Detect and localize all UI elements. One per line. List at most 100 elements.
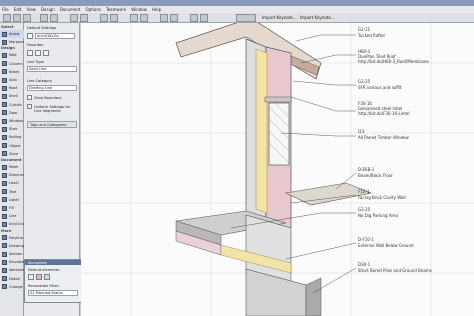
tool-roof[interactable]: Roof <box>0 84 24 92</box>
cavity-insulation[interactable] <box>255 48 268 214</box>
polyline-icon <box>2 235 7 241</box>
zoom-in-icon[interactable] <box>130 14 138 22</box>
tool-dimension[interactable]: Dimension <box>0 171 28 179</box>
tool-section[interactable]: Section <box>0 250 24 258</box>
tool-text[interactable]: Text <box>0 188 24 196</box>
3d-view-icon[interactable] <box>160 14 168 22</box>
tool-mesh[interactable]: Mesh <box>0 163 24 171</box>
render-icon[interactable] <box>170 14 178 22</box>
tool-window[interactable]: Window <box>0 117 24 125</box>
tool-arrow[interactable]: Arrow <box>0 30 24 38</box>
open-icon[interactable] <box>13 14 21 22</box>
menu-teamwork[interactable]: Teamwork <box>106 7 126 12</box>
steel-lintel[interactable] <box>264 96 292 103</box>
favorites-icon[interactable] <box>27 33 33 39</box>
import-keynote-tab[interactable]: Import Keynote... <box>262 15 297 20</box>
zone-boundary-checkbox[interactable] <box>27 95 32 100</box>
tool-label: Door <box>9 110 18 115</box>
tool-label: Label <box>9 197 19 202</box>
tool-level[interactable]: Level <box>0 179 24 187</box>
pen-set-icon[interactable] <box>110 14 118 22</box>
tool-marquee[interactable]: Marquee <box>0 38 25 46</box>
existing-status-icon[interactable] <box>28 274 34 280</box>
renovation-filter-value: 01 Planned Status <box>30 291 63 295</box>
dimension-icon <box>2 172 7 178</box>
new-icon[interactable] <box>3 14 11 22</box>
tool-drawing[interactable]: Drawing <box>0 242 24 250</box>
tool-slab[interactable]: Slab <box>0 76 24 84</box>
wall-section-drawing[interactable]: G2-21 Tucked Rafter H60-3 DuoPlan Tiled … <box>81 23 474 316</box>
tool-railing[interactable]: Railing <box>0 133 24 141</box>
tool-door[interactable]: Door <box>0 109 24 117</box>
menu-edit[interactable]: Edit <box>14 7 22 12</box>
tool-worksheet[interactable]: Worksheet <box>0 266 28 274</box>
keynote-icon[interactable] <box>236 14 256 22</box>
menu-document[interactable]: Document <box>60 7 81 12</box>
zoom-out-icon[interactable] <box>140 14 148 22</box>
tool-detail[interactable]: Detail <box>0 275 24 283</box>
tool-curtain[interactable]: Curtain <box>0 101 24 109</box>
menu-design[interactable]: Design <box>41 7 55 12</box>
demolish-status-icon[interactable] <box>36 274 42 280</box>
tool-elevation[interactable]: Elevation <box>0 258 26 266</box>
tool-label: Curtain <box>9 102 23 107</box>
tool-stair[interactable]: Stair <box>0 125 24 133</box>
tool-shell[interactable]: Shell <box>0 92 24 100</box>
bored-pile[interactable] <box>305 277 322 316</box>
elevation-icon <box>2 259 7 265</box>
callout-text: External Wall Below Ground <box>358 243 414 248</box>
teamwork-icon[interactable] <box>190 14 198 22</box>
tool-change[interactable]: Change <box>0 283 24 291</box>
tool-arc-circle[interactable]: Arc/Circle <box>0 220 26 228</box>
zone-icon <box>2 151 7 157</box>
slab-icon <box>2 77 7 83</box>
import-keynote-tab-2[interactable]: Import Keynote... <box>300 15 335 20</box>
beam-block-floor[interactable] <box>285 182 373 206</box>
line-icon <box>2 213 7 219</box>
tool-beam[interactable]: Beam <box>0 68 24 76</box>
tool-polyline[interactable]: Polyline <box>0 234 24 242</box>
tool-label[interactable]: Label <box>0 196 24 204</box>
callout-text: Tucked Rafter <box>357 33 386 38</box>
line-tool-icon[interactable] <box>27 50 33 56</box>
layer-icon[interactable] <box>100 14 108 22</box>
marquee-icon[interactable] <box>80 14 88 22</box>
callout-text: http://bit.do/H60-3_Roof/Membrane <box>358 59 429 64</box>
arrow-icon[interactable] <box>70 14 78 22</box>
tool-zone[interactable]: Zone <box>0 150 24 158</box>
tags-categories-button[interactable]: Tags and Categories <box>27 121 77 128</box>
new-status-icon[interactable] <box>44 274 50 280</box>
tool-label: Column <box>9 61 23 66</box>
tool-object[interactable]: Object <box>0 142 24 150</box>
tool-wall[interactable]: Wall <box>0 51 24 59</box>
tool-label: Zone <box>9 151 19 156</box>
menu-options[interactable]: Options <box>86 7 101 12</box>
tool-column[interactable]: Column <box>0 60 24 68</box>
menu-file[interactable]: File <box>2 7 9 12</box>
favorites-label: Favorites <box>27 43 44 47</box>
tool-label: Drawing <box>9 243 24 248</box>
curtain-icon <box>2 102 7 108</box>
tool-fill[interactable]: Fill <box>0 204 24 212</box>
toolbar: Import Keynote... Import Keynote... <box>0 13 474 23</box>
renovation-palette: Renovation Default elements: Renovation … <box>24 259 82 303</box>
detail-icon <box>2 276 7 282</box>
tool-line[interactable]: Line <box>0 212 24 220</box>
mesh-icon <box>2 164 7 170</box>
uniform-settings-checkbox[interactable] <box>27 104 32 109</box>
menu-window[interactable]: Window <box>131 7 147 12</box>
save-icon[interactable] <box>23 14 31 22</box>
menu-view[interactable]: View <box>26 7 36 12</box>
toolbox-group-heading: Design <box>1 46 15 51</box>
tool-label: Railing <box>9 135 22 140</box>
undo-icon[interactable] <box>40 14 48 22</box>
redo-icon[interactable] <box>50 14 58 22</box>
tool-label: Level <box>9 181 19 186</box>
publish-icon[interactable] <box>200 14 208 22</box>
menu-help[interactable]: Help <box>152 7 161 12</box>
3d-document-canvas[interactable]: G2-21 Tucked Rafter H60-3 DuoPlan Tiled … <box>81 23 474 316</box>
arrow-end-icon[interactable] <box>43 50 49 56</box>
fill-icon <box>2 205 7 211</box>
callout-code: G2-21 <box>358 27 371 32</box>
line-end-icon[interactable] <box>35 50 41 56</box>
